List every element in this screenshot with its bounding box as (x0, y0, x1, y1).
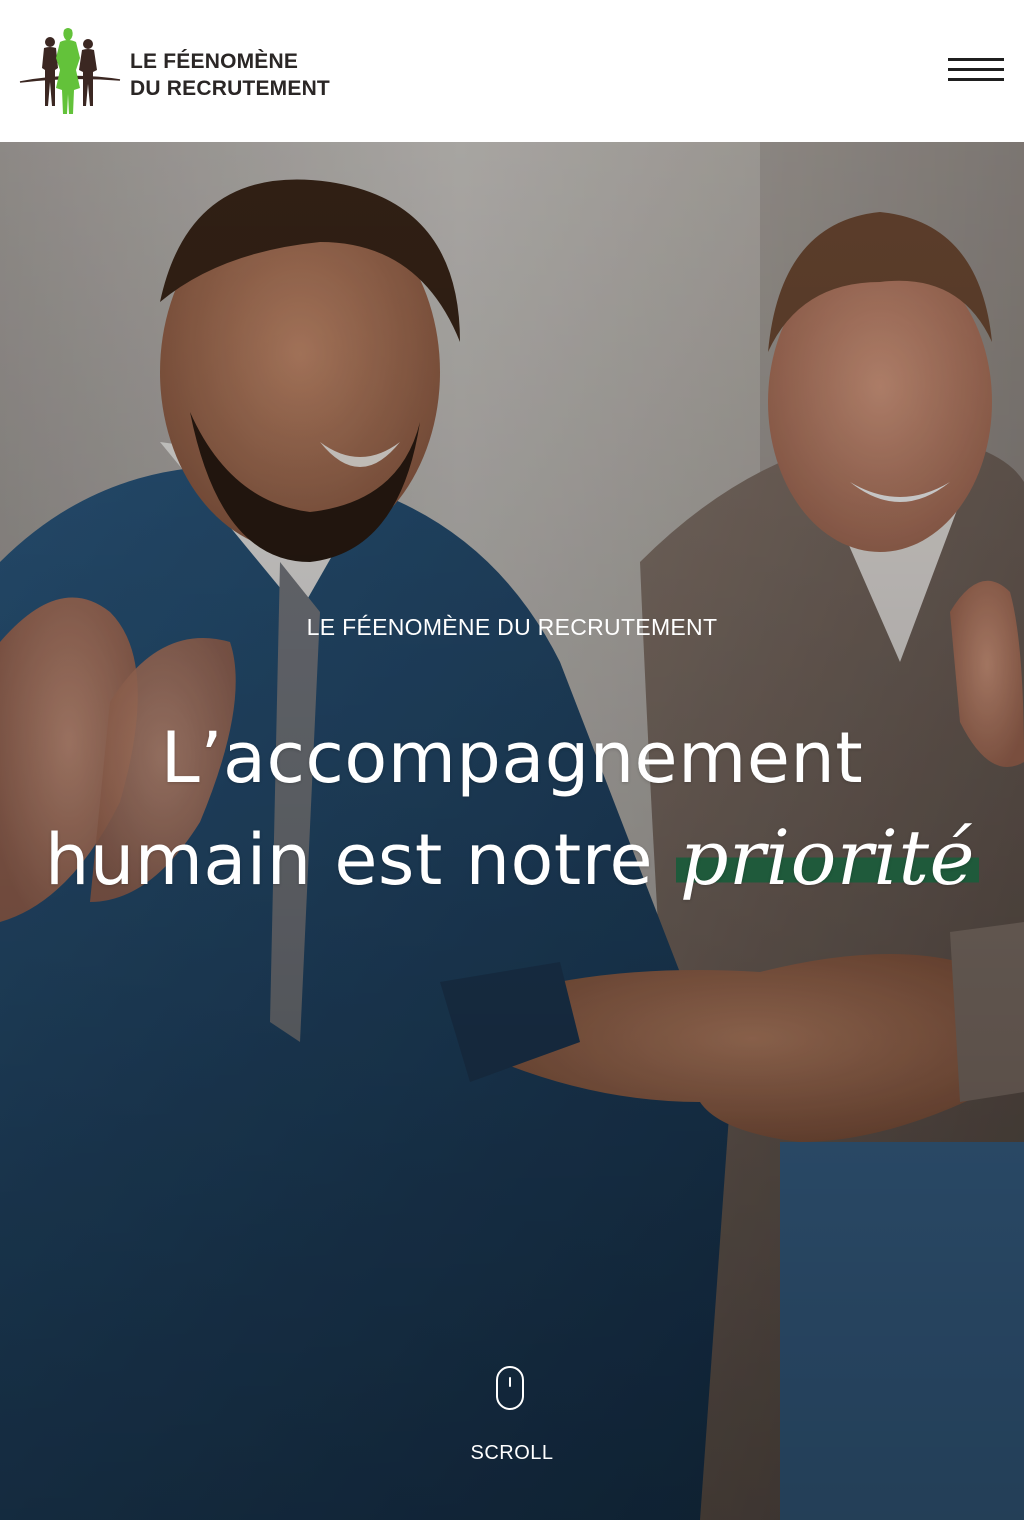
headline-accent-word: priorité (675, 813, 980, 902)
mouse-scroll-icon (496, 1366, 524, 1410)
site-header: LE FÉENOMÈNE DU RECRUTEMENT (0, 0, 1024, 142)
hero-eyebrow: LE FÉENOMÈNE DU RECRUTEMENT (306, 614, 718, 640)
menu-bar-middle (948, 68, 1004, 71)
headline-line-1: L’accompagnement (160, 717, 864, 799)
logo-figures-icon (19, 28, 121, 114)
logo-line-2: DU RECRUTEMENT (130, 77, 330, 100)
menu-bar-bottom (948, 78, 1004, 81)
logo-line-1: LE FÉENOMÈNE (130, 50, 299, 73)
site-logo[interactable]: LE FÉENOMÈNE DU RECRUTEMENT (18, 24, 330, 120)
headline-line-2-text: humain est notre (44, 819, 654, 901)
hero-section: LE FÉENOMÈNE DU RECRUTEMENT L’accompagne… (0, 142, 1024, 1520)
menu-bar-top (948, 58, 1004, 61)
mouse-wheel (509, 1377, 511, 1387)
headline-line-2: humain est notre priorité (0, 808, 1024, 910)
hamburger-menu-button[interactable] (944, 54, 1006, 90)
logo-wordmark: LE FÉENOMÈNE DU RECRUTEMENT (130, 48, 330, 102)
hero-headline: L’accompagnement humain est notre priori… (0, 708, 1024, 910)
scroll-label: SCROLL (470, 1442, 554, 1464)
scroll-indicator[interactable]: SCROLL (462, 1364, 562, 1474)
